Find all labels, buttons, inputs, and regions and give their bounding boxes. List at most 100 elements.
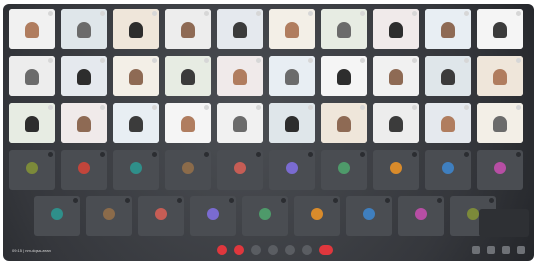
participant-tile[interactable]: [346, 196, 392, 236]
participant-video-figure: [337, 115, 351, 132]
mic-muted-icon: [281, 198, 286, 203]
participant-tile[interactable]: [113, 150, 159, 190]
mic-muted-icon: [256, 152, 261, 157]
participant-tile[interactable]: [373, 150, 419, 190]
participant-avatar: [442, 162, 454, 174]
participant-avatar: [234, 162, 246, 174]
participant-tile[interactable]: [321, 9, 367, 49]
mic-muted-icon: [437, 198, 442, 203]
participant-tile[interactable]: [9, 9, 55, 49]
present-icon[interactable]: [285, 245, 295, 255]
participant-tile[interactable]: [9, 56, 55, 96]
participant-avatar: [338, 162, 350, 174]
participant-tile[interactable]: [321, 150, 367, 190]
participant-tile[interactable]: [425, 150, 471, 190]
camera-off-icon[interactable]: [234, 245, 244, 255]
participant-tile[interactable]: [217, 150, 263, 190]
participant-video-figure: [285, 68, 299, 85]
participant-tile[interactable]: [477, 9, 523, 49]
participant-video-figure: [181, 115, 195, 132]
people-icon[interactable]: [487, 246, 495, 254]
participant-tile[interactable]: [165, 56, 211, 96]
participant-avatar: [363, 208, 375, 220]
raise-hand-icon[interactable]: [268, 245, 278, 255]
mic-muted-icon: [308, 11, 313, 16]
participant-avatar: [51, 208, 63, 220]
mic-muted-icon: [204, 11, 209, 16]
participant-tile[interactable]: [113, 103, 159, 143]
participant-tile[interactable]: [425, 9, 471, 49]
mic-muted-icon: [229, 198, 234, 203]
participant-avatar: [467, 208, 479, 220]
participant-tile[interactable]: [269, 150, 315, 190]
participant-tile[interactable]: [425, 103, 471, 143]
mic-muted-icon: [333, 198, 338, 203]
chat-icon[interactable]: [502, 246, 510, 254]
more-options-icon[interactable]: [302, 245, 312, 255]
meeting-time: 09:15: [12, 248, 23, 253]
participant-tile[interactable]: [321, 103, 367, 143]
participant-tile[interactable]: [217, 56, 263, 96]
participant-tile[interactable]: [61, 56, 107, 96]
participant-tile[interactable]: [398, 196, 444, 236]
participant-tile[interactable]: [373, 103, 419, 143]
self-view[interactable]: [479, 209, 529, 237]
participant-tile[interactable]: [113, 9, 159, 49]
participant-tile[interactable]: [373, 9, 419, 49]
participant-tile[interactable]: [34, 196, 80, 236]
mic-muted-icon: [177, 198, 182, 203]
participant-tile[interactable]: [9, 150, 55, 190]
mic-off-icon[interactable]: [217, 245, 227, 255]
mic-muted-icon: [464, 58, 469, 63]
participant-tile[interactable]: [269, 103, 315, 143]
leave-call-icon[interactable]: [319, 245, 333, 255]
participant-tile[interactable]: [9, 103, 55, 143]
mic-muted-icon: [100, 105, 105, 110]
participant-tile[interactable]: [477, 56, 523, 96]
participant-tile[interactable]: [373, 56, 419, 96]
participant-tile[interactable]: [165, 150, 211, 190]
participant-video-figure: [25, 68, 39, 85]
participant-tile[interactable]: [61, 9, 107, 49]
mic-muted-icon: [73, 198, 78, 203]
photo-frame: 09:15 | nm-dqsa-zean: [0, 0, 537, 265]
participant-tile[interactable]: [477, 103, 523, 143]
participant-tile[interactable]: [269, 9, 315, 49]
mic-muted-icon: [516, 105, 521, 110]
mic-muted-icon: [412, 58, 417, 63]
mic-muted-icon: [256, 105, 261, 110]
participant-tile[interactable]: [165, 9, 211, 49]
participant-tile[interactable]: [217, 9, 263, 49]
participant-tile[interactable]: [86, 196, 132, 236]
participant-avatar: [155, 208, 167, 220]
mic-muted-icon: [152, 58, 157, 63]
mic-muted-icon: [100, 152, 105, 157]
participant-avatar: [311, 208, 323, 220]
participant-tile[interactable]: [61, 103, 107, 143]
participant-tile[interactable]: [217, 103, 263, 143]
mic-muted-icon: [48, 11, 53, 16]
participant-video-figure: [77, 68, 91, 85]
participant-video-figure: [337, 21, 351, 38]
bottom-bar: 09:15 | nm-dqsa-zean: [3, 237, 534, 261]
participant-tile[interactable]: [165, 103, 211, 143]
activities-icon[interactable]: [517, 246, 525, 254]
info-icon[interactable]: [472, 246, 480, 254]
mic-muted-icon: [308, 105, 313, 110]
participant-grid: [9, 9, 528, 238]
participant-tile[interactable]: [61, 150, 107, 190]
mic-muted-icon: [412, 105, 417, 110]
participant-tile[interactable]: [321, 56, 367, 96]
participant-video-figure: [77, 115, 91, 132]
participant-tile[interactable]: [294, 196, 340, 236]
participant-tile[interactable]: [138, 196, 184, 236]
captions-icon[interactable]: [251, 245, 261, 255]
participant-tile[interactable]: [190, 196, 236, 236]
participant-tile[interactable]: [477, 150, 523, 190]
participant-video-figure: [285, 115, 299, 132]
participant-tile[interactable]: [425, 56, 471, 96]
participant-tile[interactable]: [269, 56, 315, 96]
participant-tile[interactable]: [242, 196, 288, 236]
mic-muted-icon: [152, 11, 157, 16]
participant-tile[interactable]: [113, 56, 159, 96]
